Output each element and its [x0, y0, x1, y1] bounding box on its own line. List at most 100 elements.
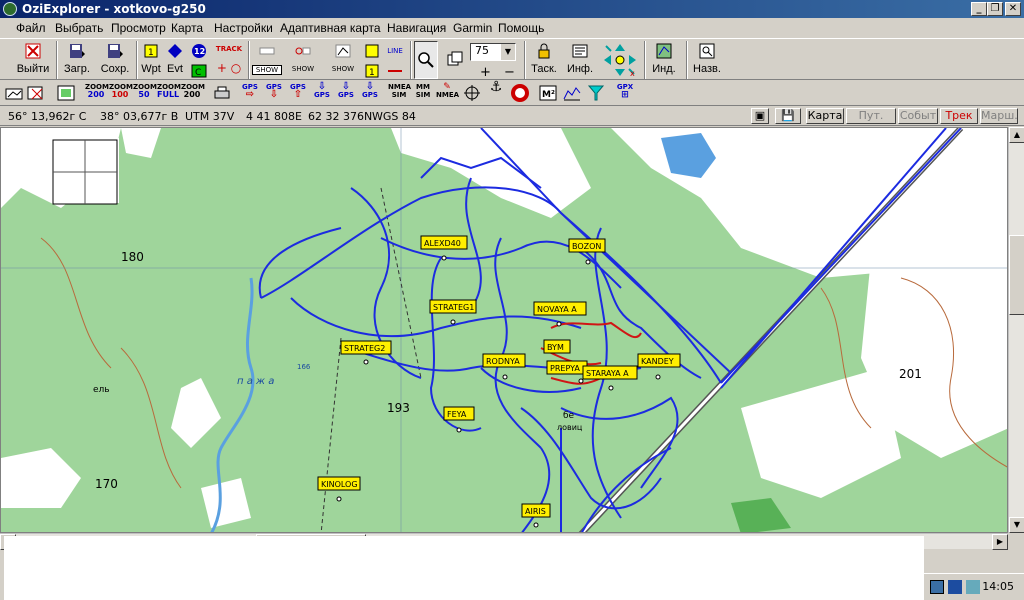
mm-sim-button[interactable]: MM SIM — [412, 83, 434, 103]
waypoint[interactable]: ALEXD40 — [420, 235, 468, 261]
svg-text:12: 12 — [194, 47, 205, 56]
mode-route[interactable]: Марш. — [980, 108, 1018, 124]
utm-zone: UTM 37V — [185, 110, 235, 123]
show-track-button[interactable]: SHOW — [252, 41, 282, 79]
load-button[interactable]: Загр. — [60, 41, 94, 79]
place-label: ель — [93, 385, 110, 395]
search-names-icon — [699, 43, 715, 59]
crosshair-button[interactable] — [462, 83, 482, 103]
chevron-down-icon[interactable]: ▼ — [501, 44, 515, 60]
window-button[interactable] — [444, 41, 466, 79]
gps-upload-button[interactable]: GPS ⇧ — [288, 83, 308, 103]
track-button[interactable]: TRACK + ○ — [214, 41, 244, 79]
mode-events[interactable]: Событ — [898, 108, 938, 124]
nmea-sim-button[interactable]: NMEA SIM — [388, 83, 411, 103]
menu-bar: Файл Выбрать Просмотр Карта Настройки Ад… — [0, 18, 1024, 38]
save-map-button[interactable]: 💾 — [775, 108, 801, 124]
navigation-pad[interactable]: x — [600, 41, 640, 79]
waypoint-number-button[interactable]: 12 C — [188, 41, 210, 79]
nmea-button[interactable]: ✎ NMEA — [436, 83, 459, 103]
zoom-200-button[interactable]: ZOOM 200 — [85, 83, 109, 103]
vertical-scroll-thumb[interactable] — [1009, 235, 1024, 315]
gps-connect-button[interactable]: GPS ⇨ — [240, 83, 260, 103]
waypoint[interactable]: BOZON — [568, 238, 606, 265]
menu-adaptive-map[interactable]: Адаптивная карта — [280, 21, 381, 35]
filter-button[interactable] — [586, 83, 606, 103]
map-canvas[interactable]: 180 193 201 170 ель п а ж а 166 бе ловиц… — [0, 127, 1008, 533]
info-button[interactable]: Инф. — [564, 41, 596, 79]
event-button[interactable]: Evt — [164, 41, 186, 79]
profile-button[interactable] — [562, 83, 582, 103]
waypoint-button[interactable]: 1 Wpt — [140, 41, 162, 79]
menu-navigation[interactable]: Навигация — [387, 21, 446, 35]
svg-text:AIRIS: AIRIS — [525, 507, 546, 516]
zoom-select[interactable]: 75 ▼ — [470, 43, 516, 61]
zoom-out-icon[interactable]: − — [504, 65, 515, 80]
magnifier-button[interactable] — [414, 41, 438, 79]
gps-wpt-button[interactable]: ⇩ GPS — [312, 82, 332, 103]
waypoint-icon: 1 — [144, 44, 158, 58]
print-button[interactable] — [212, 83, 232, 103]
waypoint[interactable]: AIRIS — [521, 503, 551, 528]
gps-download-button[interactable]: GPS ⇩ — [264, 83, 284, 103]
mode-waypoints[interactable]: Пут. точ. — [846, 108, 896, 136]
exit-button[interactable]: Выйти — [14, 41, 52, 79]
menu-file[interactable]: Файл — [16, 21, 46, 35]
restore-button[interactable]: ❐ — [987, 2, 1003, 16]
menu-map[interactable]: Карта — [171, 21, 203, 35]
tray-network-icon[interactable] — [948, 580, 962, 594]
menu-view[interactable]: Просмотр — [111, 21, 166, 35]
place-label: бе — [563, 411, 575, 421]
menu-garmin[interactable]: Garmin — [453, 21, 492, 35]
m2-button[interactable]: M² — [538, 83, 558, 103]
save-button[interactable]: Сохр. — [98, 41, 132, 79]
index-button[interactable]: Инд. — [648, 41, 680, 79]
svg-text:KINOLOG: KINOLOG — [321, 480, 358, 489]
clearing — [391, 128, 591, 218]
gps-track-button[interactable]: ⇩ GPS — [336, 82, 356, 103]
scroll-down-button[interactable]: ▼ — [1009, 517, 1024, 533]
menu-help[interactable]: Помощь — [498, 21, 544, 35]
waypoint[interactable]: STRATEG2 — [340, 340, 392, 365]
zoom-50-button[interactable]: ZOOM 50 — [133, 83, 157, 103]
tray-app-icon[interactable] — [930, 580, 944, 594]
lifebuoy-button[interactable] — [510, 83, 530, 103]
zoom-100-button[interactable]: ZOOM 100 — [109, 83, 133, 103]
show-waypoints-button[interactable]: SHOW — [288, 41, 318, 79]
waypoint[interactable]: KINOLOG — [317, 476, 361, 502]
map-tools-button[interactable] — [26, 83, 46, 103]
svg-text:STRATEG1: STRATEG1 — [433, 303, 474, 312]
waypoint[interactable]: PREPYA — [546, 360, 588, 384]
line-button[interactable]: LINE — [384, 41, 406, 79]
zoom-in-icon[interactable]: + — [480, 65, 491, 80]
mode-track[interactable]: Трек — [940, 108, 978, 124]
tray-volume-icon[interactable] — [966, 580, 980, 594]
anchor-button[interactable]: ⚓ — [486, 80, 506, 103]
minimize-button[interactable]: _ — [971, 2, 987, 16]
names-button[interactable]: Назв. — [690, 41, 724, 79]
menu-select[interactable]: Выбрать — [55, 21, 103, 35]
waypoint[interactable]: BYM — [543, 339, 571, 354]
scroll-up-button[interactable]: ▲ — [1009, 127, 1024, 143]
gpx-button[interactable]: GPX ⊞ — [614, 83, 636, 103]
scroll-right-button[interactable]: ▶ — [992, 534, 1008, 550]
waypoint[interactable]: STARAYA A — [582, 365, 638, 391]
mode-map[interactable]: Карта — [806, 108, 844, 124]
waypoint[interactable]: KANDEY — [637, 353, 681, 380]
map-settings-button[interactable] — [4, 83, 24, 103]
route-tool-button[interactable]: 1 — [362, 41, 382, 79]
vertical-scrollbar[interactable]: ▲ ▼ — [1008, 127, 1024, 533]
map-window-button[interactable] — [56, 83, 76, 103]
zoom-200b-button[interactable]: ZOOM 200 — [181, 83, 205, 103]
anchor-icon: ⚓ — [489, 79, 503, 95]
zoom-full-button[interactable]: ZOOM FULL — [157, 83, 181, 103]
show-route-button[interactable]: SHOW — [328, 41, 358, 79]
track-plus-icon: + ○ — [216, 61, 242, 75]
waypoint[interactable]: FEYA — [443, 406, 475, 433]
task-button[interactable]: Таск. — [528, 41, 560, 79]
close-button[interactable]: ✕ — [1005, 2, 1021, 16]
gps-route-button[interactable]: ⇩ GPS — [360, 82, 380, 103]
waypoint[interactable]: NOVAYA A — [533, 301, 587, 327]
image-button[interactable]: ▣ — [751, 108, 769, 124]
menu-settings[interactable]: Настройки — [214, 21, 273, 35]
